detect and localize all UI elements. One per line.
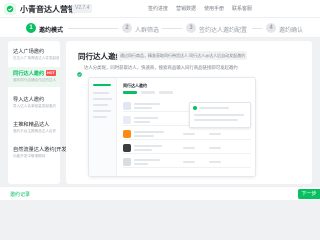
sidebar-item-featured-invite[interactable]: 主推和精品达人 邀约平台主推精品达人合作	[8, 118, 60, 138]
preview-popover	[189, 102, 251, 128]
preview-bar	[134, 131, 164, 133]
preview-bar	[134, 135, 154, 137]
preview-thumb	[123, 102, 131, 110]
preview-bar	[194, 119, 238, 121]
sidebar-item-subtitle: 邀约平台主推精品达人合作	[13, 129, 57, 133]
preview-bar	[134, 121, 150, 123]
preview-bar	[134, 117, 158, 119]
top-bar: 小青音达人营销 V2.7.4 签约进度 营销数据 使用手册 联系客服	[0, 0, 320, 18]
mode-description-chip: 通过同行商品，精准获取同行带货达人 同行达人@达人后自动发起邀约	[117, 51, 247, 60]
app-title: 小青音达人营销	[20, 5, 76, 14]
sidebar-item-import-invite[interactable]: 导入达人邀约 导入达人名单批量发起邀约	[8, 93, 60, 113]
step-3-label: 签约达人邀约配置	[199, 28, 248, 34]
step-2-number: 2	[122, 23, 132, 33]
preview-bar	[199, 107, 229, 109]
preview-bar	[194, 114, 244, 116]
preview-row	[123, 128, 251, 140]
next-step-button[interactable]: 下一步	[298, 189, 320, 199]
step-4-number: 4	[266, 23, 276, 33]
step-progress: 1 邀约模式 2 人群筛选 3 签约达人邀约配置 4 邀约确认	[0, 18, 320, 38]
preview-line	[93, 92, 109, 94]
preview-tab	[159, 91, 173, 94]
sidebar-item-subtitle: 导入达人名单批量发起邀约	[13, 104, 57, 108]
preview-bar	[183, 161, 195, 163]
preview-line	[93, 110, 111, 112]
preview-line	[93, 98, 112, 100]
preview-bar	[209, 133, 221, 135]
preview-thumb	[123, 144, 131, 152]
sidebar-item-subtitle: 邀约同行店铺合作过的达人	[13, 78, 57, 82]
app-logo-icon	[4, 3, 16, 15]
top-link-support[interactable]: 联系客服	[232, 5, 252, 12]
preview-bar	[134, 159, 160, 161]
preview-line	[93, 104, 108, 106]
preview-bar	[209, 147, 221, 149]
preview-tab	[141, 91, 155, 94]
sidebar-item-subtitle: 在达人广场筛选达人并发起邀约	[13, 56, 59, 60]
preview-thumb	[123, 158, 131, 166]
top-link-manual[interactable]: 使用手册	[204, 5, 224, 12]
preview-line	[93, 116, 107, 118]
preview-bar	[134, 145, 162, 147]
sidebar-item-title: 达人广场邀约	[13, 49, 45, 55]
invite-mode-sidebar: 达人广场邀约 在达人广场筛选达人并发起邀约 同行达人邀约 HOT 邀约同行店铺合…	[8, 41, 74, 184]
version-tag: V2.7.4	[72, 4, 93, 13]
mode-description: 达人分类呢，同时获取达人，快速商，搜索商品输入同行商品链接即可发起邀约	[84, 65, 238, 70]
sidebar-item-title: 导入达人邀约	[13, 97, 45, 103]
top-link-data[interactable]: 营销数据	[176, 5, 196, 12]
step-2-label: 人群筛选	[135, 28, 160, 34]
step-1-label: 邀约模式	[39, 28, 64, 34]
main-panel: 同行达人邀约 通过同行商品，精准获取同行带货达人 同行达人@达人后自动发起邀约 …	[66, 41, 312, 184]
preview-check-icon	[193, 106, 197, 110]
sidebar-item-peer-invite[interactable]: 同行达人邀约 HOT 邀约同行店铺合作过的达人	[8, 67, 60, 87]
feature-preview-image: 同行达人邀约	[88, 77, 256, 177]
preview-thumb	[123, 116, 131, 124]
preview-row	[123, 142, 251, 154]
preview-bar	[134, 149, 152, 151]
top-link-progress[interactable]: 签约进度	[148, 5, 168, 12]
sidebar-item-title: 主推和精品达人	[13, 122, 50, 128]
step-connector	[252, 28, 262, 29]
preview-bar	[134, 103, 160, 105]
sidebar-item-title: 自然流量达人邀约(开发中)	[13, 147, 74, 153]
sidebar-item-plaza-invite[interactable]: 达人广场邀约 在达人广场筛选达人并发起邀约	[8, 45, 60, 65]
sidebar-item-title: 同行达人邀约	[13, 71, 45, 77]
preview-sidebar	[89, 78, 117, 176]
step-connector	[68, 28, 118, 29]
preview-header: 同行达人邀约	[123, 83, 147, 88]
preview-thumb	[123, 130, 131, 138]
preview-bar	[134, 163, 148, 165]
preview-tab	[123, 91, 137, 94]
footer-bar: 邀约记录 下一步	[0, 186, 320, 200]
sidebar-item-subtitle: 功能开发中敬请期待	[13, 154, 46, 158]
step-4-label: 邀约确认	[279, 28, 304, 34]
step-1-number: 1	[26, 23, 36, 33]
sidebar-item-organic-invite[interactable]: 自然流量达人邀约(开发中) 功能开发中敬请期待	[8, 143, 74, 163]
step-connector	[162, 28, 182, 29]
check-icon	[77, 64, 82, 82]
step-3-number: 3	[186, 23, 196, 33]
preview-bar	[209, 161, 221, 163]
hot-badge: HOT	[46, 70, 56, 76]
invite-record-link[interactable]: 邀约记录	[10, 191, 30, 198]
preview-bar	[183, 133, 195, 135]
preview-row	[123, 156, 251, 168]
preview-bar	[183, 147, 195, 149]
preview-bar	[134, 107, 152, 109]
preview-line	[93, 84, 111, 86]
